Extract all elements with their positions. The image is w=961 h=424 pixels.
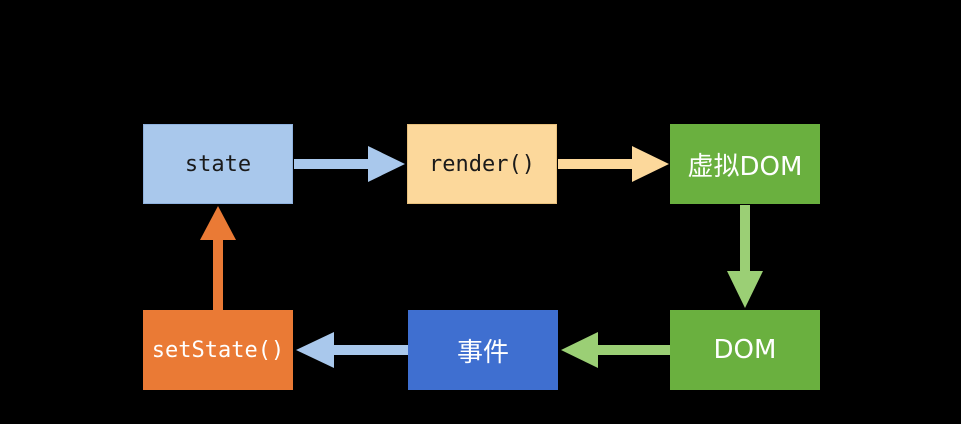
state-node: state [143,124,293,204]
dom-node: DOM [670,310,820,390]
virtual-dom-node: 虚拟DOM [670,124,820,204]
arrow-state-to-render [294,146,405,182]
dom-node-label: DOM [713,335,777,365]
arrow-dom-to-event [561,332,670,368]
setstate-node-label: setState() [151,337,285,363]
state-node-label: state [184,151,252,177]
event-node-label: 事件 [456,337,509,368]
arrow-event-to-setstate [296,332,408,368]
render-node: render() [407,124,557,204]
event-node: 事件 [408,310,558,390]
arrow-virtual-dom-to-dom [727,205,763,308]
render-node-label: render() [429,151,535,177]
virtual-dom-node-label: 虚拟DOM [687,151,803,182]
setstate-node: setState() [143,310,293,390]
arrow-setstate-to-state [200,206,236,310]
arrow-render-to-virtual-dom [558,146,669,182]
